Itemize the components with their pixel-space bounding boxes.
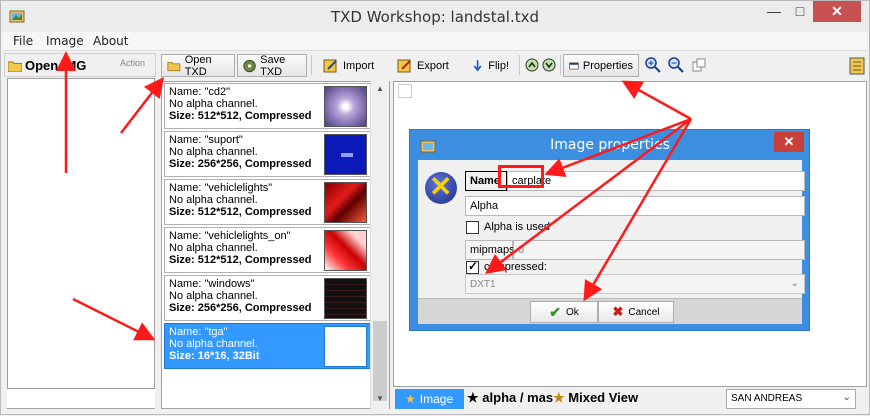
move-up-icon[interactable] [525,58,539,72]
save-txd-label: Save TXD [260,53,286,78]
open-txd-button[interactable]: Open TXD [161,53,235,78]
chevron-down-icon: ⌄ [842,392,851,403]
menu-about[interactable]: About [93,34,128,48]
alpha-name-field[interactable]: Alpha [465,196,805,216]
star-icon: ★ [467,390,479,405]
menu-file[interactable]: File [13,34,33,48]
import-icon [323,59,337,72]
tab-mixed-label: Mixed View [568,390,639,405]
close-button[interactable]: ✕ [813,1,861,22]
tab-alpha-mask[interactable]: ★ alpha / mas [467,390,553,406]
compression-value: DXT1 [470,279,496,290]
folder-icon [8,61,22,72]
img-file-list[interactable] [7,78,155,409]
game-version-value: SAN ANDREAS [731,393,803,404]
img-list-hscroll[interactable] [7,388,155,408]
alpha-used-checkbox[interactable] [466,221,479,234]
texture-thumbnail [324,326,367,367]
arrow-down-icon [473,59,482,71]
annotation-highlight-box [498,165,544,188]
name-field[interactable]: carplate [507,171,805,191]
properties-icon [569,62,579,69]
properties-label: Properties [582,59,633,72]
maximize-button[interactable]: □ [787,1,813,22]
scroll-down-arrow[interactable]: ▼ [371,391,389,407]
compressed-label: compressed: [484,261,547,273]
ok-button[interactable]: ✔ Ok [530,301,598,323]
export-icon [397,59,411,72]
alpha-used-label: Alpha is used [484,221,551,233]
minimize-button[interactable]: — [761,1,787,22]
dialog-footer: ✔ Ok ✖ Cancel [418,298,802,324]
texture-item[interactable]: Name: "suport" No alpha channel. Size: 2… [164,131,371,177]
texture-thumbnail [324,182,367,223]
cancel-label: Cancel [628,306,660,318]
save-disc-icon [243,59,256,72]
move-down-icon[interactable] [542,58,556,72]
tab-mixed-view[interactable]: ★ Mixed View [553,390,638,406]
menu-image[interactable]: Image [46,34,84,48]
export-label: Export [417,59,449,72]
extra-tool-icon[interactable] [849,57,865,75]
window-title: TXD Workshop: landstal.txd [330,8,540,26]
app-window: TXD Workshop: landstal.txd — □ ✕ File Im… [0,0,870,415]
star-icon: ★ [553,390,565,405]
compressed-checkbox[interactable] [466,259,479,274]
export-button[interactable]: Export [391,54,455,77]
cancel-x-icon: ✖ [612,304,624,319]
ok-label: Ok [565,306,579,318]
tab-image-label: Image [419,392,454,406]
toolbar-separator [519,55,520,75]
image-properties-dialog: Image properties ✕ Name carplate Alpha A… [409,129,810,331]
texture-thumbnail [324,278,367,319]
texture-item-selected[interactable]: Name: "tga" No alpha channel. Size: 16*1… [164,323,371,369]
dialog-title: Image properties [550,137,670,153]
menu-bar: File Image About [3,32,867,51]
open-txd-label: Open TXD [184,53,212,78]
save-txd-button[interactable]: Save TXD [237,53,307,78]
import-label: Import [343,59,375,72]
cancel-button[interactable]: ✖ Cancel [598,301,674,323]
texture-list-scrollbar[interactable]: ▲ ▼ [370,81,389,409]
zoom-in-icon[interactable] [645,57,661,73]
texture-item[interactable]: Name: "vehiclelights_on" No alpha channe… [164,227,371,273]
chevron-down-icon: ⌄ [790,278,799,289]
compression-select[interactable]: DXT1 ⌄ [465,274,805,294]
scroll-up-arrow[interactable]: ▲ [371,81,389,97]
flip-button[interactable]: Flip! [465,54,515,77]
open-img-button[interactable]: Open IMG [25,58,86,73]
toolbar-separator [560,55,561,75]
mipmaps-field[interactable]: 0 [513,240,805,260]
fit-view-icon[interactable] [691,57,707,73]
tab-alpha-label: alpha / mas [482,390,554,405]
tab-image[interactable]: ★ Image [395,389,464,409]
img-panel-header: Open IMG Action [4,53,156,77]
texture-thumbnail [324,134,367,175]
star-icon: ★ [405,392,416,406]
texture-item[interactable]: Name: "vehiclelights" No alpha channel. … [164,179,371,225]
folder-open-icon [167,61,181,71]
texture-thumbnail [324,230,367,271]
zoom-out-icon[interactable] [668,57,684,73]
properties-button[interactable]: Properties [563,54,639,77]
texture-item[interactable]: Name: "windows" No alpha channel. Size: … [164,275,371,321]
mipmaps-label: mipmaps [465,240,515,260]
title-bar: TXD Workshop: landstal.txd — □ ✕ [1,1,869,32]
scroll-thumb[interactable] [373,321,387,401]
toolbar: Open TXD Save TXD Import Export Flip! Pr… [159,53,869,79]
texture-item[interactable]: Name: "cd2" No alpha channel. Size: 512*… [164,83,371,129]
import-button[interactable]: Import [317,54,381,77]
check-icon: ✔ [549,303,561,320]
flip-label: Flip! [488,59,509,72]
game-version-select[interactable]: SAN ANDREAS ⌄ [726,389,856,409]
directx-icon [425,170,457,204]
texture-thumbnail [324,86,367,127]
dialog-close-button[interactable]: ✕ [774,132,804,152]
texture-preview [398,84,412,98]
dialog-body: Name carplate Alpha Alpha is used mipmap… [418,160,805,324]
texture-list[interactable]: Name: "cd2" No alpha channel. Size: 512*… [161,81,390,409]
action-label[interactable]: Action [120,58,145,68]
toolbar-separator [311,55,312,75]
